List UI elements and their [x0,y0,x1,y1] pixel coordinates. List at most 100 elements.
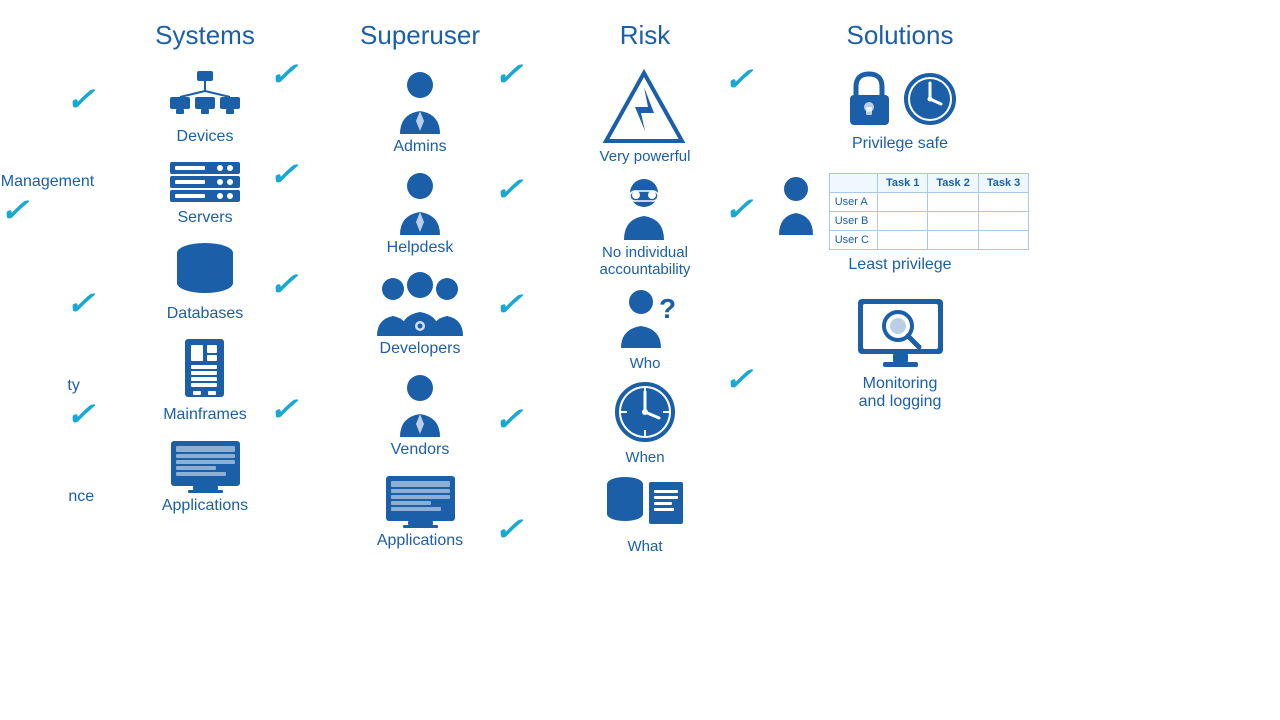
mainframes-label: Mainframes [163,406,247,424]
solutions-least-privilege: Task 1 Task 2 Task 3 User A User B [771,173,1030,274]
table-cell-c1 [877,231,927,250]
check-risk-2: ✓ [724,190,753,228]
check-left-4: ✓ [66,395,95,433]
servers-label: Servers [177,209,232,227]
monitoring-icon [853,294,948,369]
check-helpdesk: ✓ [494,170,523,208]
sup-applications-label: Applications [377,532,463,550]
partial-items: ✓ Management ✓ ✓ ty ✓ nce [1,20,99,506]
monitoring-label: Monitoringand logging [859,375,942,411]
superuser-vendors: Vendors [390,372,450,459]
col-risk: Risk Very powerful ✓ No individualaccoun… [530,0,760,720]
check-left-1: ✓ [66,80,95,118]
col-solutions: Solutions Privilege safe [760,0,1040,720]
table-cell-b1 [877,212,927,231]
table-cell-user-a: User A [829,193,877,212]
masked-person-icon [612,175,677,240]
admins-icon [390,69,450,134]
developers-label: Developers [380,340,461,358]
solutions-privilege-safe: Privilege safe [842,69,958,153]
sup-applications-icon [383,473,458,528]
table-cell-a2 [928,193,978,212]
col-systems: Systems Devices ✓ [100,0,310,720]
databases-icon [170,241,240,301]
superuser-applications: Applications [377,473,463,550]
check-left-3: ✓ [66,284,95,322]
sys-applications-icon [168,438,243,493]
mainframes-icon [177,337,232,402]
solutions-monitoring: Monitoringand logging [853,294,948,411]
privilege-safe-label: Privilege safe [852,135,948,153]
systems-title: Systems [155,20,255,51]
servers-icon [165,160,245,205]
lightning-icon [602,69,687,144]
risk-no-accountability: No individualaccountability [600,175,691,278]
partial-text-ty: ty [67,377,79,394]
databases-label: Databases [167,305,244,323]
risk-what: What [603,474,688,555]
table-row: User B [829,212,1029,231]
check-risk-3: ✓ [724,360,753,398]
superuser-developers: Developers [375,271,465,358]
systems-mainframes: Mainframes [163,337,247,424]
table-cell-a3 [978,193,1028,212]
devices-label: Devices [177,128,234,146]
risk-when: When [613,380,678,466]
devices-icon [165,69,245,124]
admins-label: Admins [393,138,446,156]
check-left-2: ✓ [0,191,29,229]
superuser-admins: Admins [390,69,450,156]
page: ✓ Management ✓ ✓ ty ✓ nce [0,0,1280,720]
table-cell-b3 [978,212,1028,231]
systems-devices: Devices [165,69,245,146]
table-header-task1: Task 1 [877,174,927,193]
person-question-icon: ? [613,286,678,351]
table-header-task2: Task 2 [928,174,978,193]
developers-icon [375,271,465,336]
table-cell-user-b: User B [829,212,877,231]
check-developers: ✓ [494,285,523,323]
risk-very-powerful: Very powerful [600,69,691,165]
lock-icon [842,69,897,129]
table-header-empty [829,174,877,193]
table-row: User C [829,231,1029,250]
clock-icon [613,380,678,445]
check-servers: ✓ [269,155,298,193]
table-cell-c2 [928,231,978,250]
table-cell-c3 [978,231,1028,250]
check-sup-applications: ✓ [494,510,523,548]
table-row: User A [829,193,1029,212]
risk-who: ? Who [613,286,678,372]
systems-servers: Servers [165,160,245,227]
no-accountability-label: No individualaccountability [600,244,691,278]
helpdesk-icon [390,170,450,235]
check-risk-1: ✓ [724,60,753,98]
least-privilege-label: Least privilege [848,256,951,274]
who-label: Who [630,355,661,372]
table-header-task3: Task 3 [978,174,1028,193]
what-label: What [627,538,662,555]
superuser-helpdesk: Helpdesk [387,170,454,257]
solutions-title: Solutions [847,20,954,51]
col-left-partial: ✓ Management ✓ ✓ ty ✓ nce [0,0,100,720]
data-icon [603,474,688,534]
very-powerful-label: Very powerful [600,148,691,165]
vendors-icon [390,372,450,437]
sys-applications-label: Applications [162,497,248,515]
check-devices: ✓ [269,55,298,93]
check-mainframes: ✓ [269,390,298,428]
vendors-label: Vendors [391,441,450,459]
check-admins: ✓ [494,55,523,93]
privilege-table: Task 1 Task 2 Task 3 User A User B [829,173,1030,250]
risk-title: Risk [620,20,671,51]
svg-text:?: ? [659,293,676,324]
table-cell-b2 [928,212,978,231]
col-superuser: Superuser Admins ✓ Helpdesk ✓ [310,0,530,720]
partial-text-management: Management [1,173,94,190]
table-cell-a1 [877,193,927,212]
when-label: When [625,449,664,466]
systems-databases: Databases [167,241,244,323]
systems-applications: Applications [162,438,248,515]
partial-text-nce: nce [68,488,94,505]
superuser-title: Superuser [360,20,480,51]
